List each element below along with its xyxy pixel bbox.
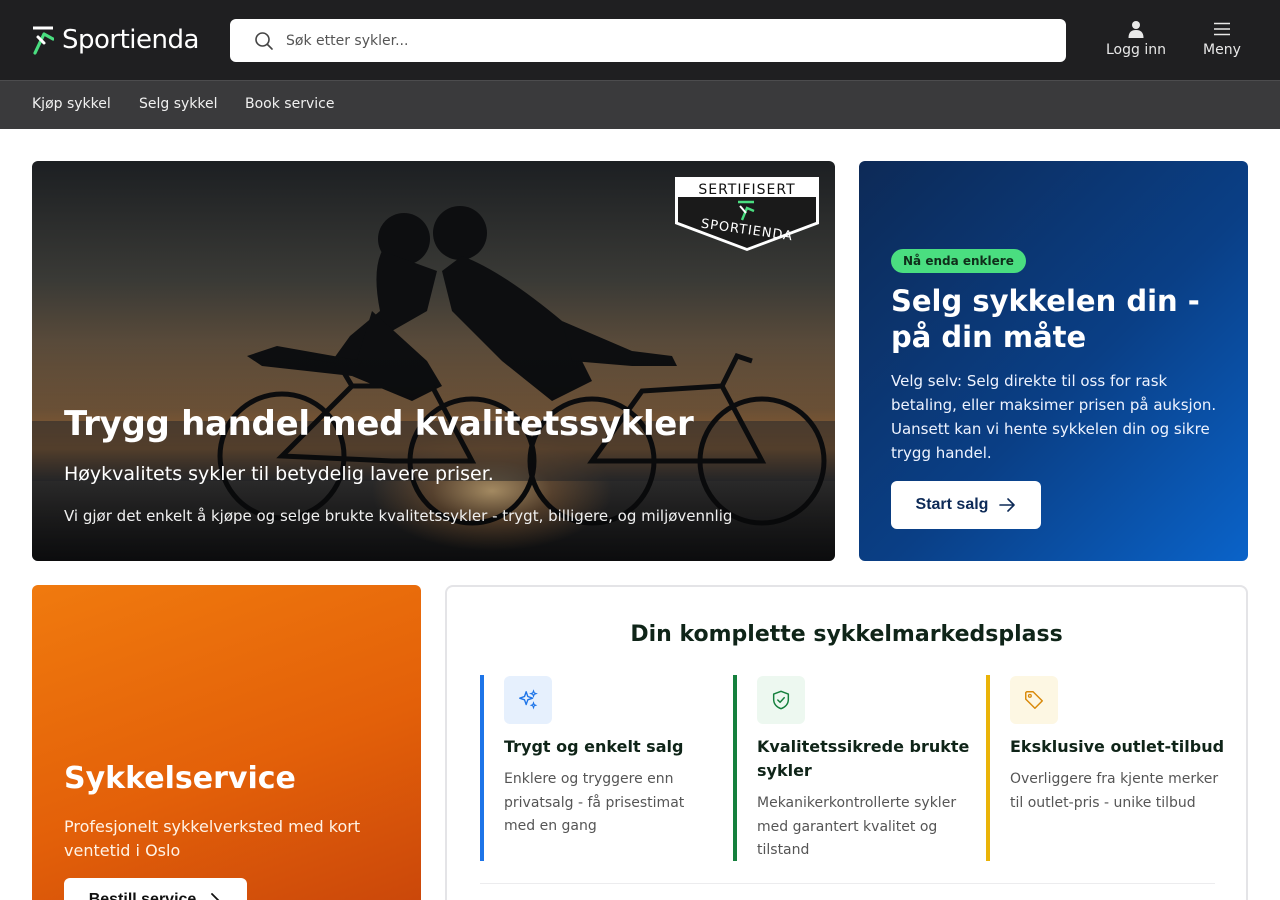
hero-banner[interactable]: SERTIFISERT SPORTIENDA Trygg handel med … xyxy=(32,161,835,561)
nav-item-sell-bike[interactable]: Selg sykkel xyxy=(139,96,218,112)
top-header: Sportienda Logg inn Meny xyxy=(0,0,1280,80)
order-service-label: Bestill service xyxy=(88,891,197,900)
bike-service-card: Sykkelservice Profesjonelt sykkelverkste… xyxy=(32,585,421,900)
feature-outlet-deals: Eksklusive outlet-tilbud Overliggere fra… xyxy=(986,675,1224,861)
feature-quality-bikes: Kvalitetssikrede brukte sykler Mekaniker… xyxy=(733,675,969,861)
shield-check-icon xyxy=(772,690,790,710)
service-description: Profesjonelt sykkelverksted med kort ven… xyxy=(64,817,361,860)
nav-item-buy-bike[interactable]: Kjøp sykkel xyxy=(32,96,111,112)
chevron-right-icon xyxy=(211,893,220,900)
feature-title: Kvalitetssikrede brukte sykler xyxy=(757,737,970,780)
search-input[interactable] xyxy=(286,19,1046,62)
sportienda-logo-icon xyxy=(33,26,54,55)
marketplace-card: Din komplette sykkelmarkedsplass Trygt o… xyxy=(445,585,1248,900)
marketplace-title: Din komplette sykkelmarkedsplass xyxy=(630,622,1063,647)
feature-description: Enklere og tryggere enn privatsalg - få … xyxy=(504,771,685,834)
sell-bike-card: Nå enda enklere Selg sykkelen din - på d… xyxy=(859,161,1248,561)
badge-top-text: SERTIFISERT xyxy=(698,182,795,198)
sell-badge: Nå enda enklere xyxy=(891,249,1026,273)
arrow-right-icon xyxy=(999,498,1016,512)
hero-subtitle: Høykvalitets sykler til betydelig lavere… xyxy=(64,463,494,485)
service-title: Sykkelservice xyxy=(64,761,296,796)
search-icon xyxy=(255,32,273,50)
feature-description: Mekanikerkontrollerte sykler med garante… xyxy=(757,795,957,858)
feature-title: Eksklusive outlet-tilbud xyxy=(1010,737,1225,756)
logo-text: Sportienda xyxy=(62,25,199,55)
feature-icon-box xyxy=(504,676,552,724)
feature-safe-sale: Trygt og enkelt salg Enklere og tryggere… xyxy=(480,675,710,861)
menu-button[interactable]: Meny xyxy=(1203,20,1241,58)
logo[interactable]: Sportienda xyxy=(32,24,199,56)
nav-item-book-service[interactable]: Book service xyxy=(245,96,334,112)
hamburger-menu-icon xyxy=(1213,22,1230,36)
search-bar[interactable] xyxy=(230,19,1066,62)
feature-icon-box xyxy=(1010,676,1058,724)
start-sale-label: Start salg xyxy=(915,496,989,513)
feature-icon-box xyxy=(757,676,805,724)
login-label: Logg inn xyxy=(1106,42,1166,58)
feature-description: Overliggere fra kjente merker til outlet… xyxy=(1010,771,1219,811)
sparkles-icon xyxy=(519,689,538,710)
hero-description: Vi gjør det enkelt å kjøpe og selge bruk… xyxy=(64,507,733,525)
certified-badge: SERTIFISERT SPORTIENDA xyxy=(675,177,819,251)
login-button[interactable]: Logg inn xyxy=(1106,20,1166,58)
tag-icon xyxy=(1025,691,1043,709)
sell-title: Selg sykkelen din - på din måte xyxy=(891,284,1200,354)
menu-label: Meny xyxy=(1203,42,1241,58)
main-nav: Kjøp sykkel Selg sykkel Book service xyxy=(0,80,1280,129)
sell-description: Velg selv: Selg direkte til oss for rask… xyxy=(891,372,1217,462)
order-service-button[interactable]: Bestill service xyxy=(64,878,247,900)
feature-title: Trygt og enkelt salg xyxy=(504,737,684,756)
user-icon xyxy=(1128,21,1144,38)
divider xyxy=(480,883,1215,884)
hero-title: Trygg handel med kvalitetssykler xyxy=(64,404,694,444)
start-sale-button[interactable]: Start salg xyxy=(891,481,1041,529)
